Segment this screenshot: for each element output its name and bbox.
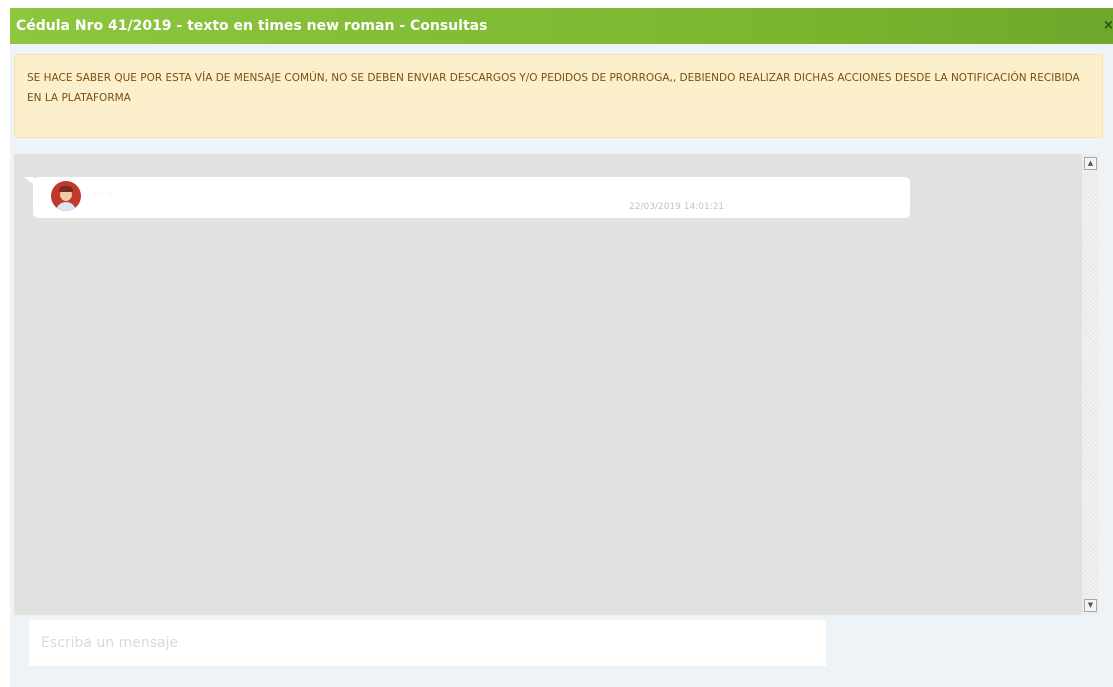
message-timestamp: 22/03/2019 14:01:21 — [629, 202, 725, 212]
dialog-titlebar: Cédula Nro 41/2019 - texto en times new … — [10, 8, 1113, 44]
scroll-down-icon[interactable]: ▼ — [1084, 599, 1097, 612]
chat-messages-area[interactable]: - · - 22/03/2019 14:01:21 — [14, 154, 1082, 615]
dialog-title: Cédula Nro 41/2019 - texto en times new … — [16, 18, 488, 34]
user-avatar-icon — [51, 181, 81, 211]
message-sender: - · - — [93, 187, 112, 200]
notice-text: SE HACE SABER QUE POR ESTA VÍA DE MENSAJ… — [27, 72, 1080, 104]
scroll-up-icon[interactable]: ▲ — [1084, 157, 1097, 170]
close-icon[interactable]: × — [1103, 8, 1113, 44]
message-input[interactable] — [29, 620, 826, 666]
bubble-tail — [24, 177, 34, 185]
chat-scrollbar[interactable]: ▲ ▼ — [1082, 154, 1099, 615]
chat-message: - · - 22/03/2019 14:01:21 — [24, 177, 910, 218]
warning-notice: SE HACE SABER QUE POR ESTA VÍA DE MENSAJ… — [14, 54, 1103, 138]
